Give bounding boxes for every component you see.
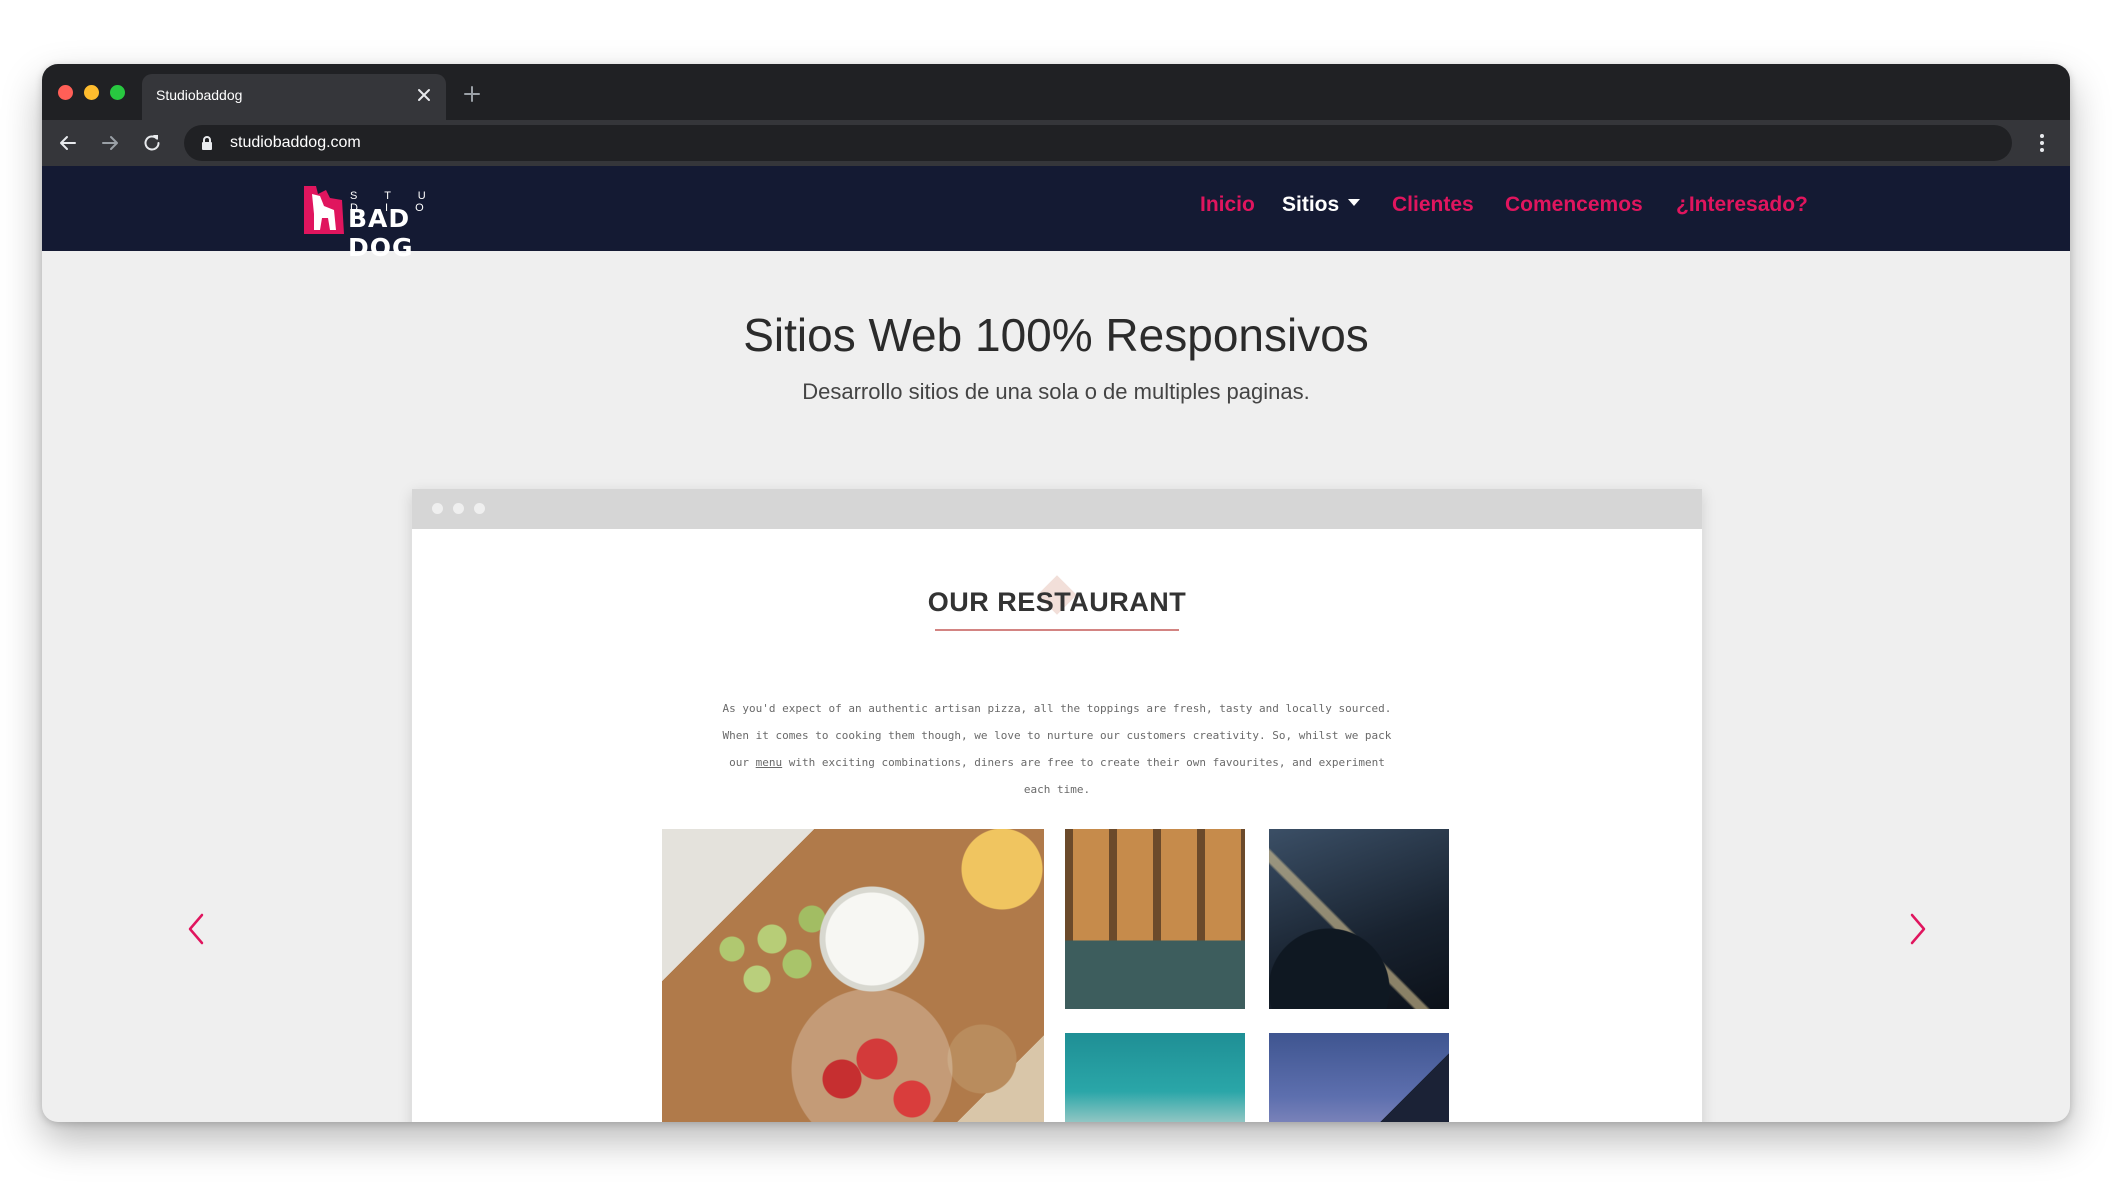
dog-logo-icon [304, 186, 344, 234]
browser-toolbar: studiobaddog.com [42, 120, 2070, 166]
nav-interesado[interactable]: ¿Interesado? [1676, 193, 1808, 217]
city-night-image [1269, 829, 1449, 1009]
mockup-heading: OUR RESTAURANT [927, 587, 1187, 617]
dusk-sky-image [1269, 1033, 1449, 1122]
browser-titlebar: Studiobaddog [42, 64, 2070, 120]
cafe-interior-image [1065, 829, 1245, 1009]
carousel-slide-mockup: OUR RESTAURANT As you'd expect of an aut… [412, 489, 1702, 1122]
arrow-right-icon[interactable] [98, 131, 122, 155]
mockup-browser-bar [412, 489, 1702, 529]
mockup-menu-link: menu [755, 756, 783, 769]
hero-subtitle: Desarrollo sitios de una sola o de multi… [802, 379, 1310, 404]
browser-window: Studiobaddog studiobaddog.com S T U D I … [42, 64, 2070, 1122]
minimize-window-button[interactable] [84, 85, 99, 100]
chevron-left-icon[interactable] [182, 909, 210, 949]
nav-clientes[interactable]: Clientes [1392, 193, 1474, 217]
close-window-button[interactable] [58, 85, 73, 100]
mockup-paragraph: As you'd expect of an authentic artisan … [722, 695, 1392, 803]
lock-icon [202, 136, 212, 150]
site-navbar: S T U D I O BAD DOG Inicio Sitios Client… [42, 166, 2070, 262]
ocean-image [1065, 1033, 1245, 1122]
nav-sitios[interactable]: Sitios [1282, 193, 1361, 217]
close-icon[interactable] [412, 83, 436, 107]
logo-name-text: BAD DOG [348, 204, 414, 262]
mockup-dot [432, 503, 443, 514]
nav-comencemos[interactable]: Comencemos [1505, 193, 1643, 217]
mockup-dot [474, 503, 485, 514]
mockup-dot [453, 503, 464, 514]
hero-title: Sitios Web 100% Responsivos [743, 309, 1369, 361]
nav-sitios-label: Sitios [1282, 193, 1340, 216]
caret-down-icon [1348, 198, 1361, 206]
mockup-paragraph-text-end: with exciting combinations, diners are f… [782, 756, 1385, 796]
reload-icon[interactable] [140, 131, 164, 155]
maximize-window-button[interactable] [110, 85, 125, 100]
browser-tab[interactable]: Studiobaddog [142, 74, 446, 120]
arrow-left-icon[interactable] [56, 131, 80, 155]
address-bar[interactable]: studiobaddog.com [184, 125, 2012, 161]
food-platter-image [662, 829, 1044, 1122]
nav-inicio[interactable]: Inicio [1200, 193, 1255, 217]
heading-underline [935, 629, 1179, 631]
url-text[interactable]: studiobaddog.com [230, 134, 361, 152]
kebab-icon[interactable] [2030, 130, 2054, 156]
plus-icon[interactable] [460, 82, 484, 106]
site-logo[interactable]: S T U D I O BAD DOG [300, 184, 470, 262]
tab-title: Studiobaddog [156, 87, 243, 103]
chevron-right-icon[interactable] [1904, 909, 1932, 949]
